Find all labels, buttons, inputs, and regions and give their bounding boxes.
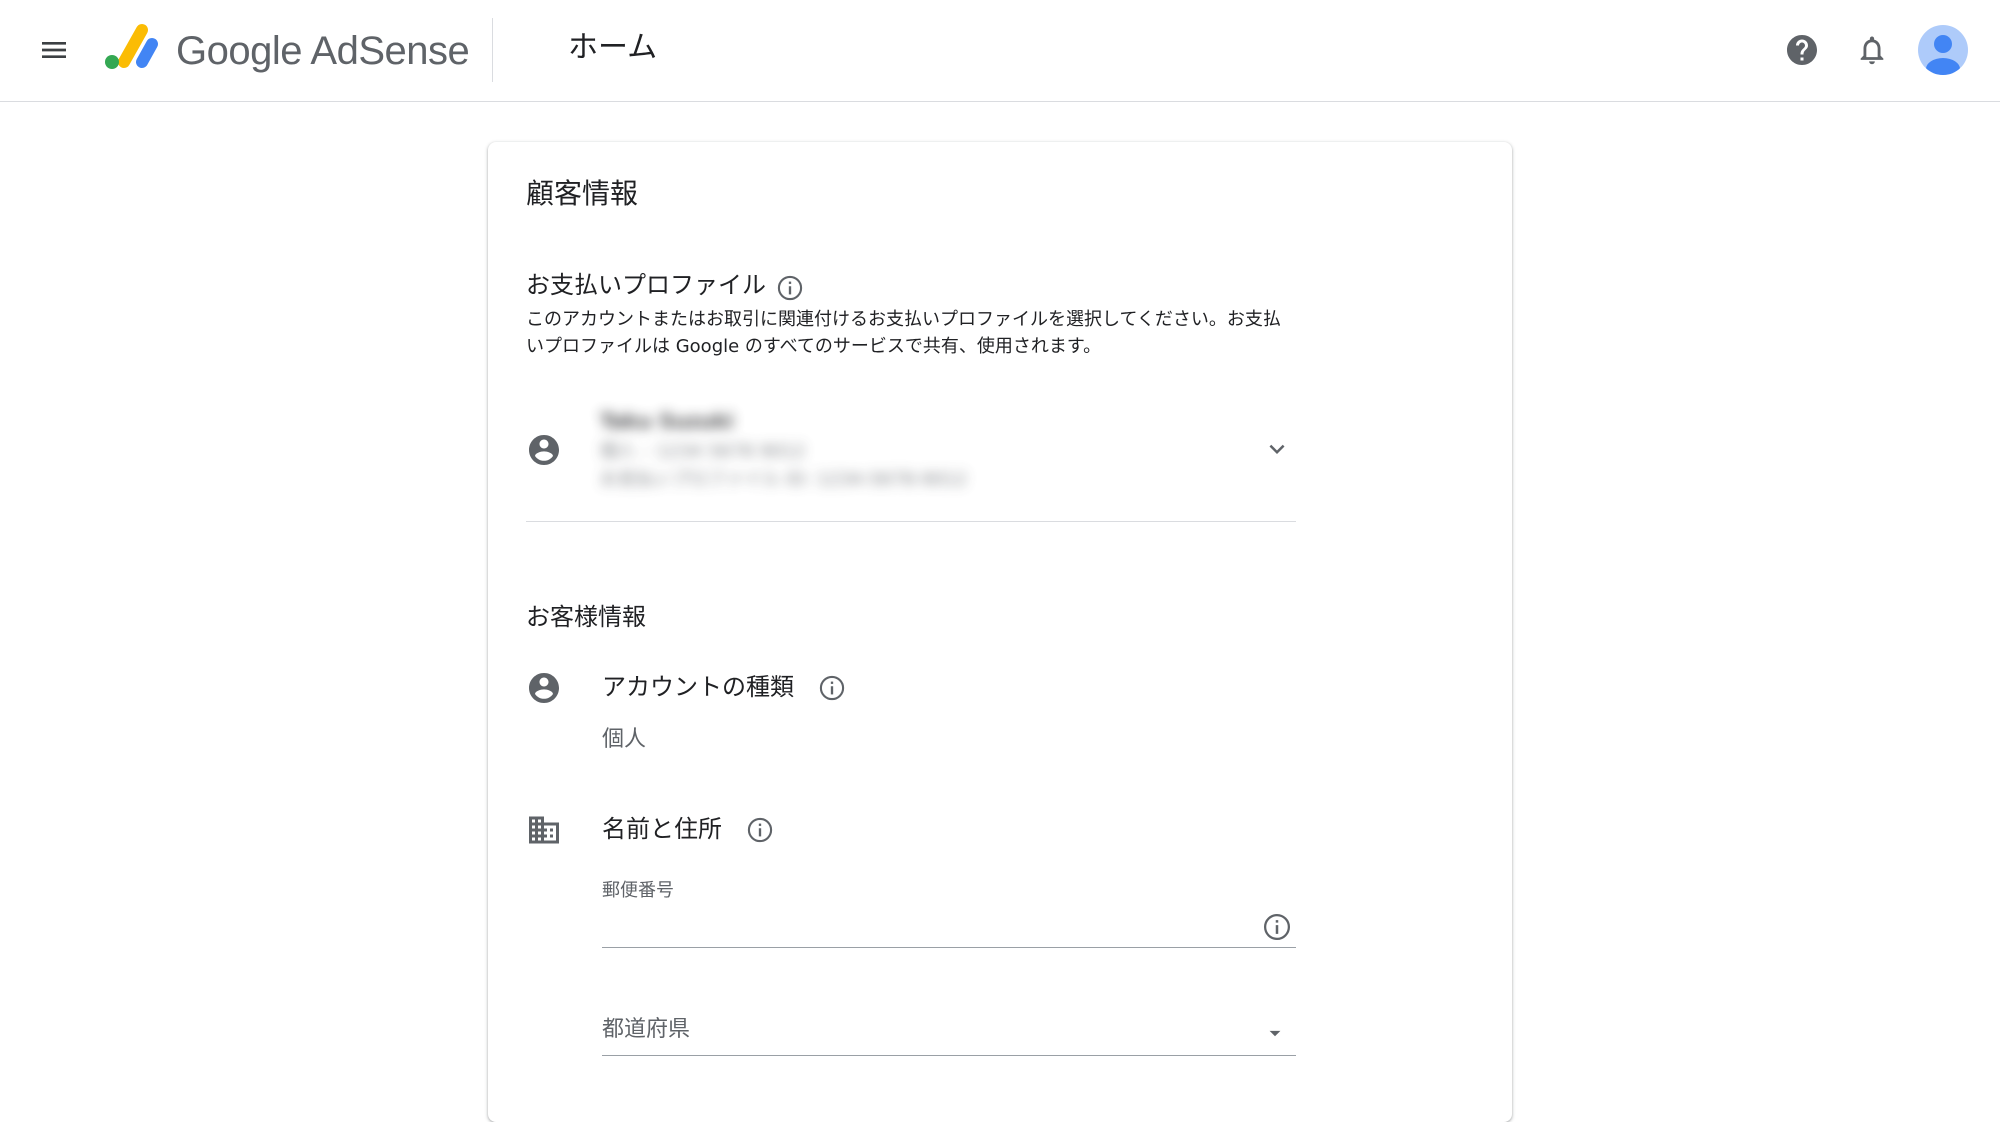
account-avatar[interactable] <box>1918 25 1968 75</box>
notifications-button[interactable] <box>1850 28 1894 72</box>
product-logo-text: Google AdSense <box>176 29 470 73</box>
postal-code-input[interactable] <box>602 908 1242 944</box>
profile-type: 個人 – 1234 5678 9012 <box>600 441 806 462</box>
account-type-label: アカウントの種類 <box>602 673 794 701</box>
prefecture-label: 都道府県 <box>602 1017 691 1042</box>
top-app-bar: Google AdSense ホーム <box>0 0 2000 102</box>
profile-id: お支払いプロファイル ID: 1234-5678-9012 <box>600 469 968 490</box>
building-icon <box>529 816 559 844</box>
payment-profile-dropdown[interactable]: Taku Suzuki 個人 – 1234 5678 9012 お支払いプロファ… <box>526 390 1296 522</box>
selected-profile-details: Taku Suzuki 個人 – 1234 5678 9012 お支払いプロファ… <box>600 404 1020 494</box>
page-title: ホーム <box>568 30 658 65</box>
name-address-label: 名前と住所 <box>602 815 722 843</box>
user-avatar-icon <box>1926 35 1960 75</box>
help-icon <box>1787 35 1817 65</box>
postal-code-field[interactable]: 郵便番号 <box>602 878 1296 948</box>
prefecture-select[interactable]: 都道府県 <box>602 1012 1296 1056</box>
header-divider <box>492 18 493 82</box>
chevron-down-icon <box>1269 444 1285 454</box>
profile-name: Taku Suzuki <box>600 409 734 433</box>
account-type-info-icon[interactable] <box>818 674 846 702</box>
adsense-logo-icon <box>105 24 158 69</box>
card-title: 顧客情報 <box>526 177 639 210</box>
dropdown-arrow-icon <box>1269 1030 1281 1037</box>
account-type-value: 個人 <box>602 727 647 752</box>
postal-code-info-icon[interactable] <box>1262 912 1292 942</box>
help-button[interactable] <box>1780 28 1824 72</box>
customer-info-card: 顧客情報 お支払いプロファイル このアカウントまたはお取引に関連付けるお支払いプ… <box>488 142 1512 1122</box>
name-address-info-icon[interactable] <box>746 816 774 844</box>
payment-profile-info-icon[interactable] <box>776 274 804 302</box>
account-circle-icon <box>529 435 559 465</box>
main-menu-button[interactable] <box>30 26 78 74</box>
postal-code-label: 郵便番号 <box>602 880 674 901</box>
customer-info-title: お客様情報 <box>526 603 646 631</box>
account-circle-icon <box>529 673 559 703</box>
bell-icon <box>1860 36 1884 65</box>
menu-icon <box>42 42 66 58</box>
payment-profile-description: このアカウントまたはお取引に関連付けるお支払いプロファイルを選択してください。お… <box>526 309 1281 357</box>
payment-profile-title: お支払いプロファイル <box>526 271 766 299</box>
